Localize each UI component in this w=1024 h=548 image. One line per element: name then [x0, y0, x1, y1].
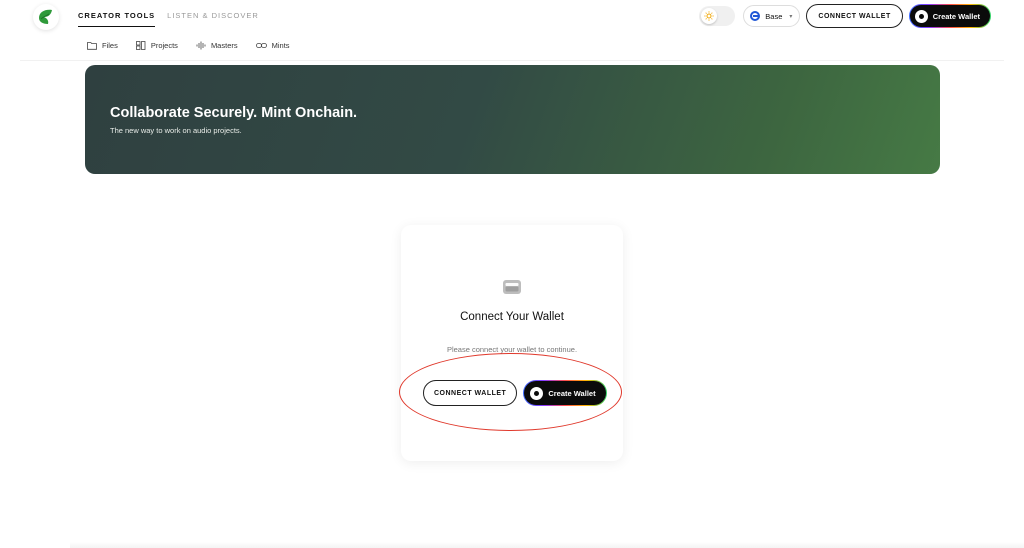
network-select[interactable]: Base ▾	[743, 5, 801, 27]
chevron-down-icon: ▾	[789, 13, 793, 20]
app-logo[interactable]	[33, 4, 59, 30]
sub-nav-mints[interactable]: Mints	[255, 41, 290, 50]
sub-nav-masters[interactable]: Masters	[196, 41, 238, 50]
sub-nav-projects[interactable]: Projects	[135, 41, 178, 50]
network-label: Base	[765, 11, 783, 21]
hero-banner: Collaborate Securely. Mint Onchain. The …	[85, 65, 940, 174]
top-tabs: CREATOR TOOLS LISTEN & DISCOVER	[78, 11, 259, 27]
create-wallet-label: Create Wallet	[548, 388, 596, 398]
hero-title: Collaborate Securely. Mint Onchain.	[110, 105, 358, 121]
card-title: Connect Your Wallet	[460, 311, 564, 323]
hero-subtitle: The new way to work on audio projects.	[110, 126, 242, 135]
header-create-wallet-button[interactable]: Create Wallet	[909, 4, 991, 28]
theme-knob	[701, 8, 718, 24]
wallet-icon	[503, 280, 521, 294]
page: CREATOR TOOLS LISTEN & DISCOVER Base ▾ C…	[0, 0, 1024, 548]
sub-nav-label: Projects	[150, 41, 178, 50]
tab-creator-tools[interactable]: CREATOR TOOLS	[78, 11, 156, 27]
header-connect-wallet-button[interactable]: CONNECT WALLET	[806, 4, 903, 28]
sub-nav-files[interactable]: Files	[87, 41, 118, 50]
card-create-wallet-button[interactable]: Create Wallet	[523, 380, 606, 406]
coinbase-wallet-icon	[530, 386, 544, 400]
link-icon	[255, 43, 267, 48]
waveform-icon	[196, 41, 206, 50]
card-buttons: CONNECT WALLET Create Wallet	[423, 380, 607, 406]
coinbase-wallet-icon	[914, 9, 928, 23]
theme-toggle[interactable]	[699, 6, 736, 26]
card-connect-wallet-button[interactable]: CONNECT WALLET	[423, 380, 518, 406]
header-divider	[20, 60, 1004, 61]
header-controls: Base ▾ CONNECT WALLET Create Wallet	[699, 4, 991, 28]
card-text: Please connect your wallet to continue.	[446, 345, 578, 354]
sun-icon	[704, 11, 714, 21]
folder-icon	[87, 42, 97, 50]
connect-wallet-card: Connect Your Wallet Please connect your …	[401, 225, 623, 461]
sub-nav: Files Projects Masters Mints	[87, 41, 290, 50]
sub-nav-label: Masters	[210, 41, 238, 50]
bottom-edge	[70, 542, 1024, 548]
create-wallet-label: Create Wallet	[932, 11, 980, 21]
sub-nav-label: Mints	[271, 41, 290, 50]
base-network-icon	[750, 11, 761, 21]
leaf-logo-icon	[39, 9, 52, 24]
tab-listen-discover[interactable]: LISTEN & DISCOVER	[167, 11, 259, 27]
sub-nav-label: Files	[102, 41, 118, 50]
projects-icon	[135, 41, 146, 50]
